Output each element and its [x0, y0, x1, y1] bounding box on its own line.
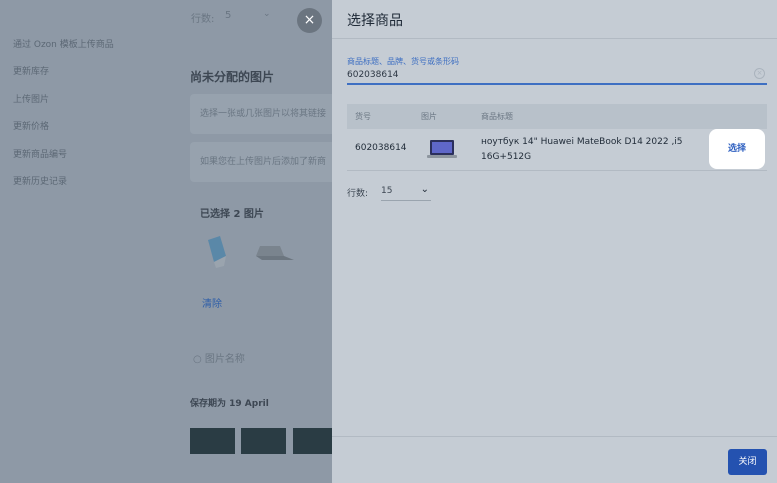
- hint-box: 选择一张或几张图片以将其链接: [190, 94, 340, 134]
- chevron-down-icon: ⌄: [263, 9, 271, 19]
- close-button[interactable]: 关闭: [728, 449, 767, 475]
- saved-image-thumbnail[interactable]: [190, 428, 235, 454]
- hint-select-text: 选择一张或几张图片以将其链接: [200, 109, 327, 119]
- image-thumbnail[interactable]: [250, 232, 295, 270]
- drawer-footer: 关闭: [332, 436, 777, 483]
- column-header-sku: 货号: [355, 112, 371, 121]
- clear-icon[interactable]: ×: [754, 68, 765, 79]
- sidebar: 通过 Ozon 模板上传商品 更新库存 上传图片 更新价格 更新商品编号 更新历…: [0, 0, 165, 483]
- hint-box: 如果您在上传图片后添加了新商: [190, 142, 340, 182]
- product-table: 货号 图片 商品标题 602038614 ноутбук 14" Huawei …: [347, 104, 767, 171]
- drawer-header: 选择商品: [332, 0, 777, 39]
- sidebar-item-upload-ozon-template[interactable]: 通过 Ozon 模板上传商品: [13, 37, 114, 50]
- column-header-title: 商品标题: [481, 112, 513, 121]
- saved-image-thumbnail[interactable]: [241, 428, 286, 454]
- clear-selection-link[interactable]: 清除: [202, 295, 222, 310]
- sidebar-item-update-prices[interactable]: 更新价格: [13, 119, 49, 132]
- product-search-input[interactable]: [347, 69, 747, 81]
- bg-rows-select[interactable]: 5: [225, 10, 231, 21]
- saved-period-label: 保存期为 19 April: [190, 399, 269, 409]
- search-icon: ○: [193, 354, 202, 365]
- sidebar-item-update-stock[interactable]: 更新库存: [13, 64, 49, 77]
- select-product-drawer: 选择商品 商品标题、品牌、货号或条形码 × 货号 图片 商品标题 6020386…: [332, 0, 777, 483]
- rows-value: 15: [381, 186, 393, 196]
- hint-upload-text: 如果您在上传图片后添加了新商: [200, 157, 327, 167]
- image-thumbnail[interactable]: [200, 232, 245, 270]
- rows-per-page-select[interactable]: 15 ⌄: [381, 182, 431, 201]
- background-content: 行数: 5 ⌄ 尚未分配的图片 选择一张或几张图片以将其链接 如果您在上传图片后…: [165, 0, 340, 483]
- search-label: 商品标题、品牌、货号或条形码: [347, 57, 459, 66]
- sidebar-item-update-product-ids[interactable]: 更新商品编号: [13, 147, 67, 160]
- column-header-image: 图片: [421, 112, 437, 121]
- select-product-button[interactable]: 选择: [709, 129, 765, 169]
- unassigned-images-title: 尚未分配的图片: [190, 70, 275, 84]
- table-row: 602038614 ноутбук 14" Huawei MateBook D1…: [347, 129, 767, 171]
- table-header: 货号 图片 商品标题: [347, 104, 767, 129]
- image-name-search-input[interactable]: ○ 图片名称: [193, 350, 245, 365]
- drawer-title: 选择商品: [347, 13, 403, 29]
- sidebar-item-update-history[interactable]: 更新历史记录: [13, 174, 67, 187]
- chevron-down-icon: ⌄: [420, 184, 429, 195]
- product-image: [427, 139, 457, 159]
- product-title: ноутбук 14" Huawei MateBook D14 2022 ,i5…: [481, 137, 683, 162]
- product-sku: 602038614: [355, 143, 407, 153]
- selected-count: 已选择 2 图片: [200, 209, 264, 220]
- sidebar-item-upload-images[interactable]: 上传图片: [13, 92, 49, 105]
- close-icon[interactable]: ×: [297, 8, 322, 33]
- bg-rows-label: 行数:: [191, 14, 215, 25]
- saved-image-thumbnail[interactable]: [293, 428, 333, 454]
- rows-label: 行数:: [347, 189, 369, 199]
- product-search-field[interactable]: 商品标题、品牌、货号或条形码 ×: [347, 54, 767, 85]
